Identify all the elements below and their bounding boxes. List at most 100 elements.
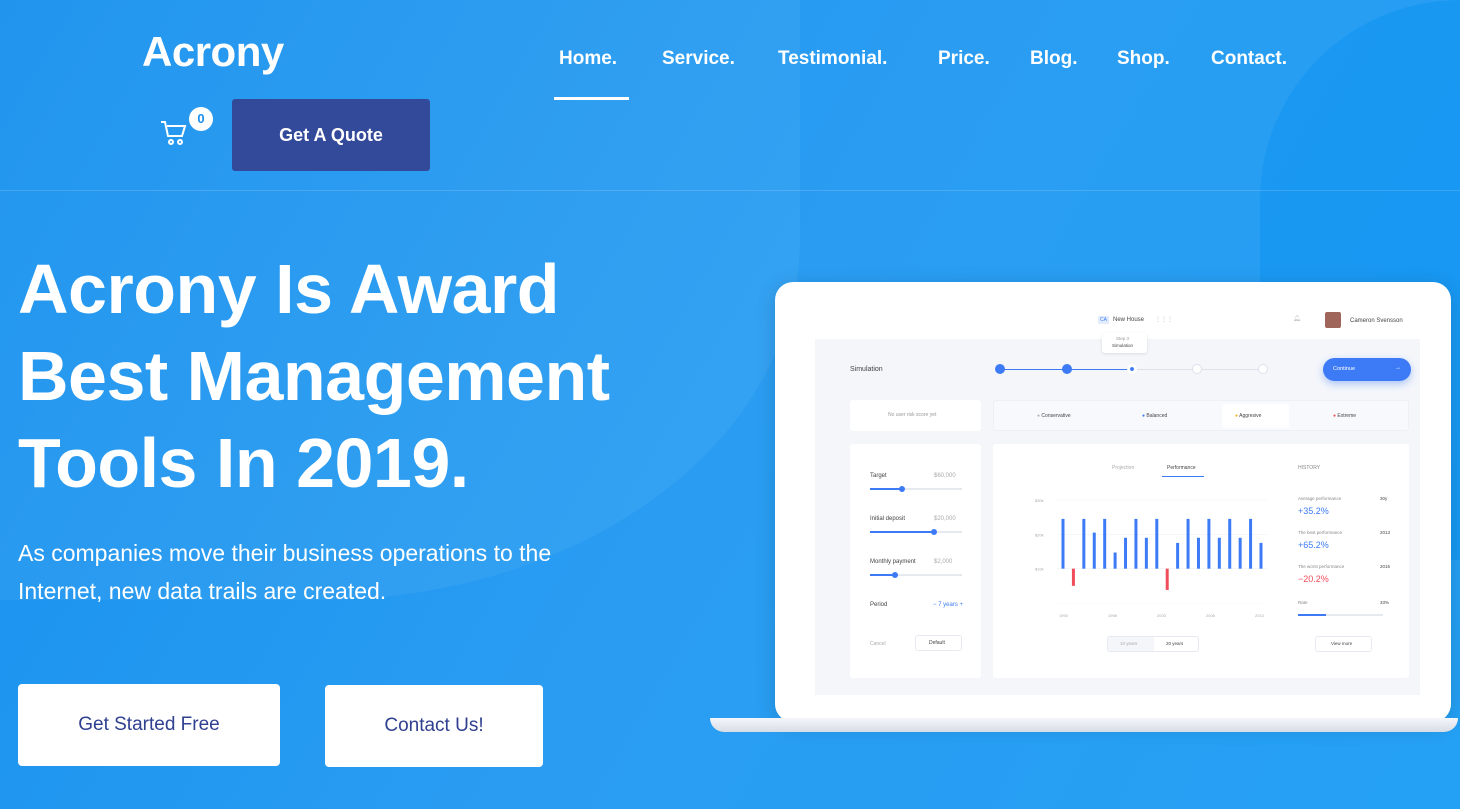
history-tag: 2016 <box>1380 564 1391 569</box>
step-done[interactable] <box>995 364 1005 374</box>
avatar <box>1325 312 1341 328</box>
period-label: Period <box>870 602 888 608</box>
chart-bar <box>1124 537 1128 569</box>
slider-label: Monthly payment <box>870 559 916 565</box>
chart-bar <box>1259 542 1263 569</box>
slider[interactable] <box>870 486 962 492</box>
tab-projection[interactable]: Projection <box>1112 465 1134 471</box>
hero-title-line: Acrony Is Award <box>18 250 560 328</box>
step-pending[interactable] <box>1192 364 1202 374</box>
history-label: Average performance <box>1298 496 1342 501</box>
slider-value: $60,000 <box>934 473 956 479</box>
chart-bar <box>1103 518 1107 569</box>
history-title: HISTORY <box>1298 465 1321 471</box>
x-tick-label: 2013 <box>1255 613 1265 618</box>
logo[interactable]: Acrony <box>142 28 284 76</box>
slider-value: $2,000 <box>934 559 953 565</box>
y-tick-label: $30k <box>1035 498 1044 503</box>
rate-bar <box>1298 614 1383 616</box>
cart-icon[interactable] <box>160 118 190 153</box>
risk-option[interactable]: ● Extreme <box>1333 413 1356 419</box>
dashboard-screenshot: CA New House ⋮⋮⋮ 🔔︎ Cameron Svensson Ste… <box>815 300 1420 695</box>
nav-price[interactable]: Price. <box>938 48 990 70</box>
header-divider <box>0 190 1460 191</box>
range-toggle: 10 years 20 years <box>1107 636 1199 652</box>
step-label: Step 3 <box>1116 336 1130 341</box>
risk-dot-icon: ● <box>1333 413 1337 419</box>
risk-score-card: No user risk score yet <box>850 400 981 431</box>
risk-option[interactable]: ● Conservative <box>1037 413 1071 419</box>
chart-bar <box>1082 518 1086 569</box>
hero-title-line: Best Management <box>18 337 610 415</box>
risk-option-label: Aggresive <box>1239 413 1262 419</box>
tab-performance[interactable]: Performance <box>1167 465 1196 471</box>
arrow-right-icon: → <box>1395 365 1401 371</box>
risk-option[interactable]: ● Balanced <box>1142 413 1167 419</box>
risk-dot-icon: ● <box>1142 413 1146 419</box>
chart-bar <box>1061 518 1065 569</box>
step-pending[interactable] <box>1258 364 1268 374</box>
range-20-years[interactable]: 20 years <box>1166 641 1183 646</box>
nav-testimonial[interactable]: Testimonial. <box>778 48 887 70</box>
view-more-button[interactable]: View more <box>1315 636 1372 652</box>
chart-bar <box>1228 518 1232 569</box>
bell-icon: 🔔︎ <box>1293 316 1301 322</box>
step-done[interactable] <box>1062 364 1072 374</box>
slider[interactable] <box>870 572 962 578</box>
slider-label: Initial deposit <box>870 516 906 522</box>
chart-bar <box>1186 518 1190 569</box>
history-value: +35.2% <box>1298 506 1329 516</box>
slider-fill <box>870 488 903 490</box>
continue-button[interactable]: Continue → <box>1323 358 1411 381</box>
risk-option[interactable]: ● Aggresive <box>1235 413 1261 419</box>
nav-home[interactable]: Home. <box>559 48 617 70</box>
rate-value: 33% <box>1380 600 1390 605</box>
chart-bar <box>1217 537 1221 569</box>
history-tag: 30y <box>1380 496 1388 501</box>
period-stepper[interactable]: − 7 years + <box>933 602 963 608</box>
active-tab-indicator <box>1162 476 1204 477</box>
risk-placeholder: No user risk score yet <box>888 412 937 418</box>
step-name: Simulation <box>1112 343 1134 348</box>
range-10-years[interactable]: 10 years <box>1120 641 1137 646</box>
page-title: Simulation <box>850 366 883 373</box>
history-label: The worst performance <box>1298 564 1345 569</box>
x-tick-label: 1993 <box>1059 613 1069 618</box>
nav-contact[interactable]: Contact. <box>1211 48 1287 70</box>
chart-bar <box>1176 542 1180 569</box>
hero-subtitle-line: Internet, new data trails are created. <box>18 578 387 604</box>
active-nav-indicator <box>554 97 629 100</box>
chart-bar <box>1155 518 1159 569</box>
default-button[interactable]: Default <box>915 635 962 651</box>
risk-dot-icon: ● <box>1235 413 1239 419</box>
risk-option-label: Balanced <box>1146 413 1168 419</box>
history-tag: 2013 <box>1380 530 1391 535</box>
cancel-button[interactable]: Cancel <box>870 641 886 647</box>
step-current[interactable] <box>1127 364 1137 374</box>
chart-bar <box>1207 518 1211 569</box>
contact-us-button[interactable]: Contact Us! <box>325 685 543 767</box>
hero-title: Acrony Is Award Best Management Tools In… <box>18 246 610 507</box>
nav-service[interactable]: Service. <box>662 48 735 70</box>
rate-label: Rate <box>1298 600 1308 605</box>
slider-handle[interactable] <box>891 572 898 578</box>
get-quote-button[interactable]: Get A Quote <box>232 99 430 171</box>
chart-bar <box>1134 518 1138 569</box>
nav-shop[interactable]: Shop. <box>1117 48 1170 70</box>
y-tick-label: $20k <box>1035 532 1044 537</box>
risk-option-label: Conservative <box>1041 413 1071 419</box>
chart-bar <box>1144 537 1148 569</box>
step-tooltip: Step 3 Simulation <box>1102 333 1147 353</box>
risk-dot-icon: ● <box>1037 413 1041 419</box>
chart-bar <box>1113 552 1117 569</box>
snip-tooltip: Rectangular Snip <box>128 683 228 698</box>
slider[interactable] <box>870 529 962 535</box>
slider-fill <box>870 531 935 533</box>
x-tick-label: 2003 <box>1157 613 1167 618</box>
chart-bar <box>1249 518 1253 569</box>
view-more-label: View more <box>1331 641 1353 646</box>
nav-blog[interactable]: Blog. <box>1030 48 1078 70</box>
history-value: +65.2% <box>1298 540 1329 550</box>
slider-label: Target <box>870 473 887 479</box>
continue-label: Continue <box>1333 366 1356 372</box>
